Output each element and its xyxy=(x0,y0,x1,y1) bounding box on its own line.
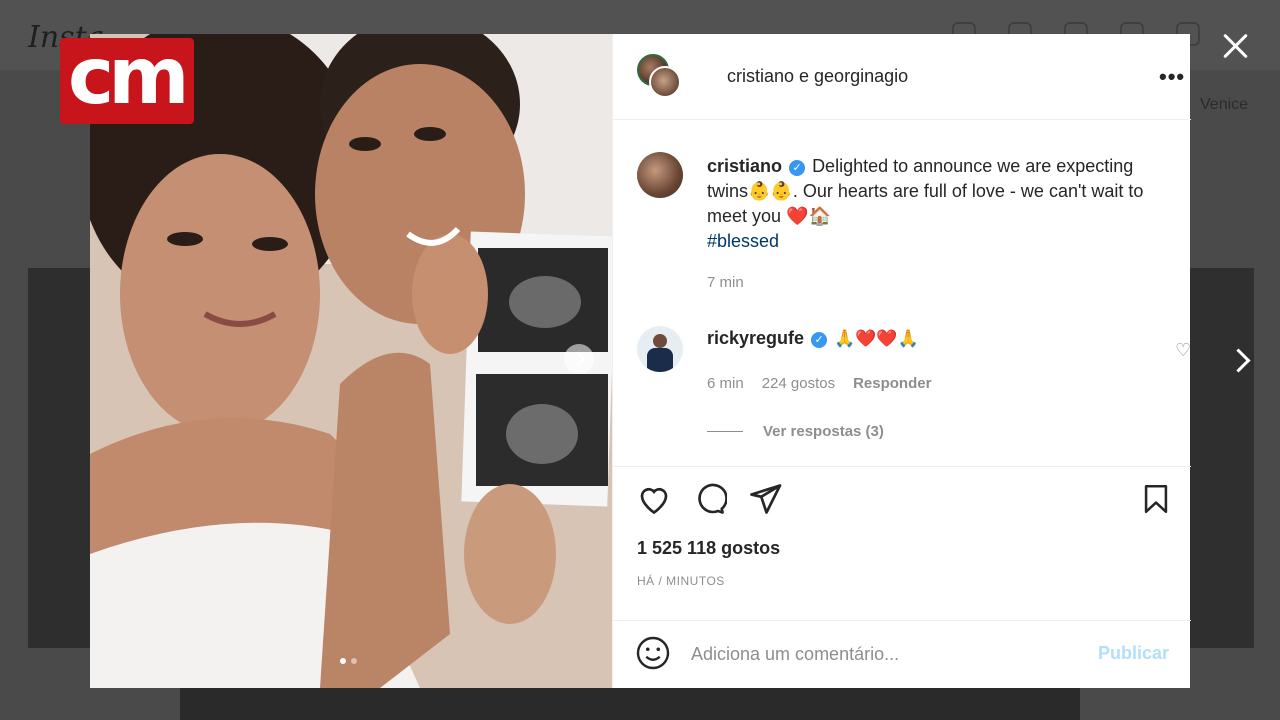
cm-logo: cm xyxy=(60,32,194,124)
add-comment-bar: Publicar xyxy=(613,620,1191,688)
comment-likes[interactable]: 224 gostos xyxy=(762,375,835,392)
carousel-dot xyxy=(351,658,357,664)
comment-text: 🙏❤️❤️🙏 xyxy=(834,329,919,349)
view-replies-label: Ver respostas (3) xyxy=(763,423,884,440)
smiley-icon[interactable] xyxy=(635,635,671,671)
background-thumbnail-strip xyxy=(180,688,1080,720)
caption-time: 7 min xyxy=(707,274,744,291)
reply-button[interactable]: Responder xyxy=(853,375,931,392)
likes-count[interactable]: 1 525 118 gostos xyxy=(637,538,780,559)
comment-meta: 6 min 224 gostos Responder xyxy=(707,375,931,392)
carousel-dot xyxy=(340,658,346,664)
background-side-text: Venice xyxy=(1200,96,1249,113)
collab-avatars[interactable] xyxy=(637,54,683,100)
photo-next-icon[interactable] xyxy=(564,344,594,374)
next-post-arrow-icon[interactable] xyxy=(1226,346,1254,376)
comment-like-heart-icon[interactable]: ♡ xyxy=(1175,340,1191,361)
comment: rickyregufe ✓ 🙏❤️❤️🙏 xyxy=(707,328,919,349)
carousel-dots xyxy=(340,658,357,664)
comment-avatar[interactable] xyxy=(637,326,683,372)
share-icon[interactable] xyxy=(747,481,783,517)
caption-avatar[interactable] xyxy=(637,152,683,198)
action-bar xyxy=(613,466,1191,526)
post-authors[interactable]: cristiano e georginagio xyxy=(727,66,908,87)
verified-badge-icon: ✓ xyxy=(811,332,828,348)
post-timestamp: HÁ / MINUTOS xyxy=(637,574,725,588)
avatar xyxy=(649,66,681,98)
comment-icon[interactable] xyxy=(691,481,727,517)
cm-logo-text: cm xyxy=(68,32,189,122)
publish-button[interactable]: Publicar xyxy=(1098,643,1169,664)
comment-input[interactable] xyxy=(691,641,1081,667)
heart-icon[interactable] xyxy=(635,481,673,517)
post-panel: cristiano e georginagio ••• cristiano ✓ … xyxy=(612,34,1191,688)
caption-hashtag[interactable]: #blessed xyxy=(707,229,1177,254)
comment-time: 6 min xyxy=(707,375,744,392)
more-icon[interactable]: ••• xyxy=(1159,64,1185,90)
post-header: cristiano e georginagio ••• xyxy=(613,34,1191,120)
verified-badge-icon: ✓ xyxy=(789,160,806,176)
background-post-left xyxy=(28,268,92,648)
caption-username[interactable]: cristiano xyxy=(707,156,782,176)
background-post-right xyxy=(1190,268,1254,648)
post-modal: cristiano e georginagio ••• cristiano ✓ … xyxy=(90,34,1191,688)
post-photo[interactable] xyxy=(90,34,612,688)
bookmark-icon[interactable] xyxy=(1139,481,1173,517)
close-icon[interactable] xyxy=(1218,28,1254,64)
photo-illustration xyxy=(90,34,612,688)
comment-username[interactable]: rickyregufe xyxy=(707,328,804,348)
post-caption: cristiano ✓ Delighted to announce we are… xyxy=(707,154,1177,254)
view-replies-button[interactable]: Ver respostas (3) xyxy=(707,423,884,440)
